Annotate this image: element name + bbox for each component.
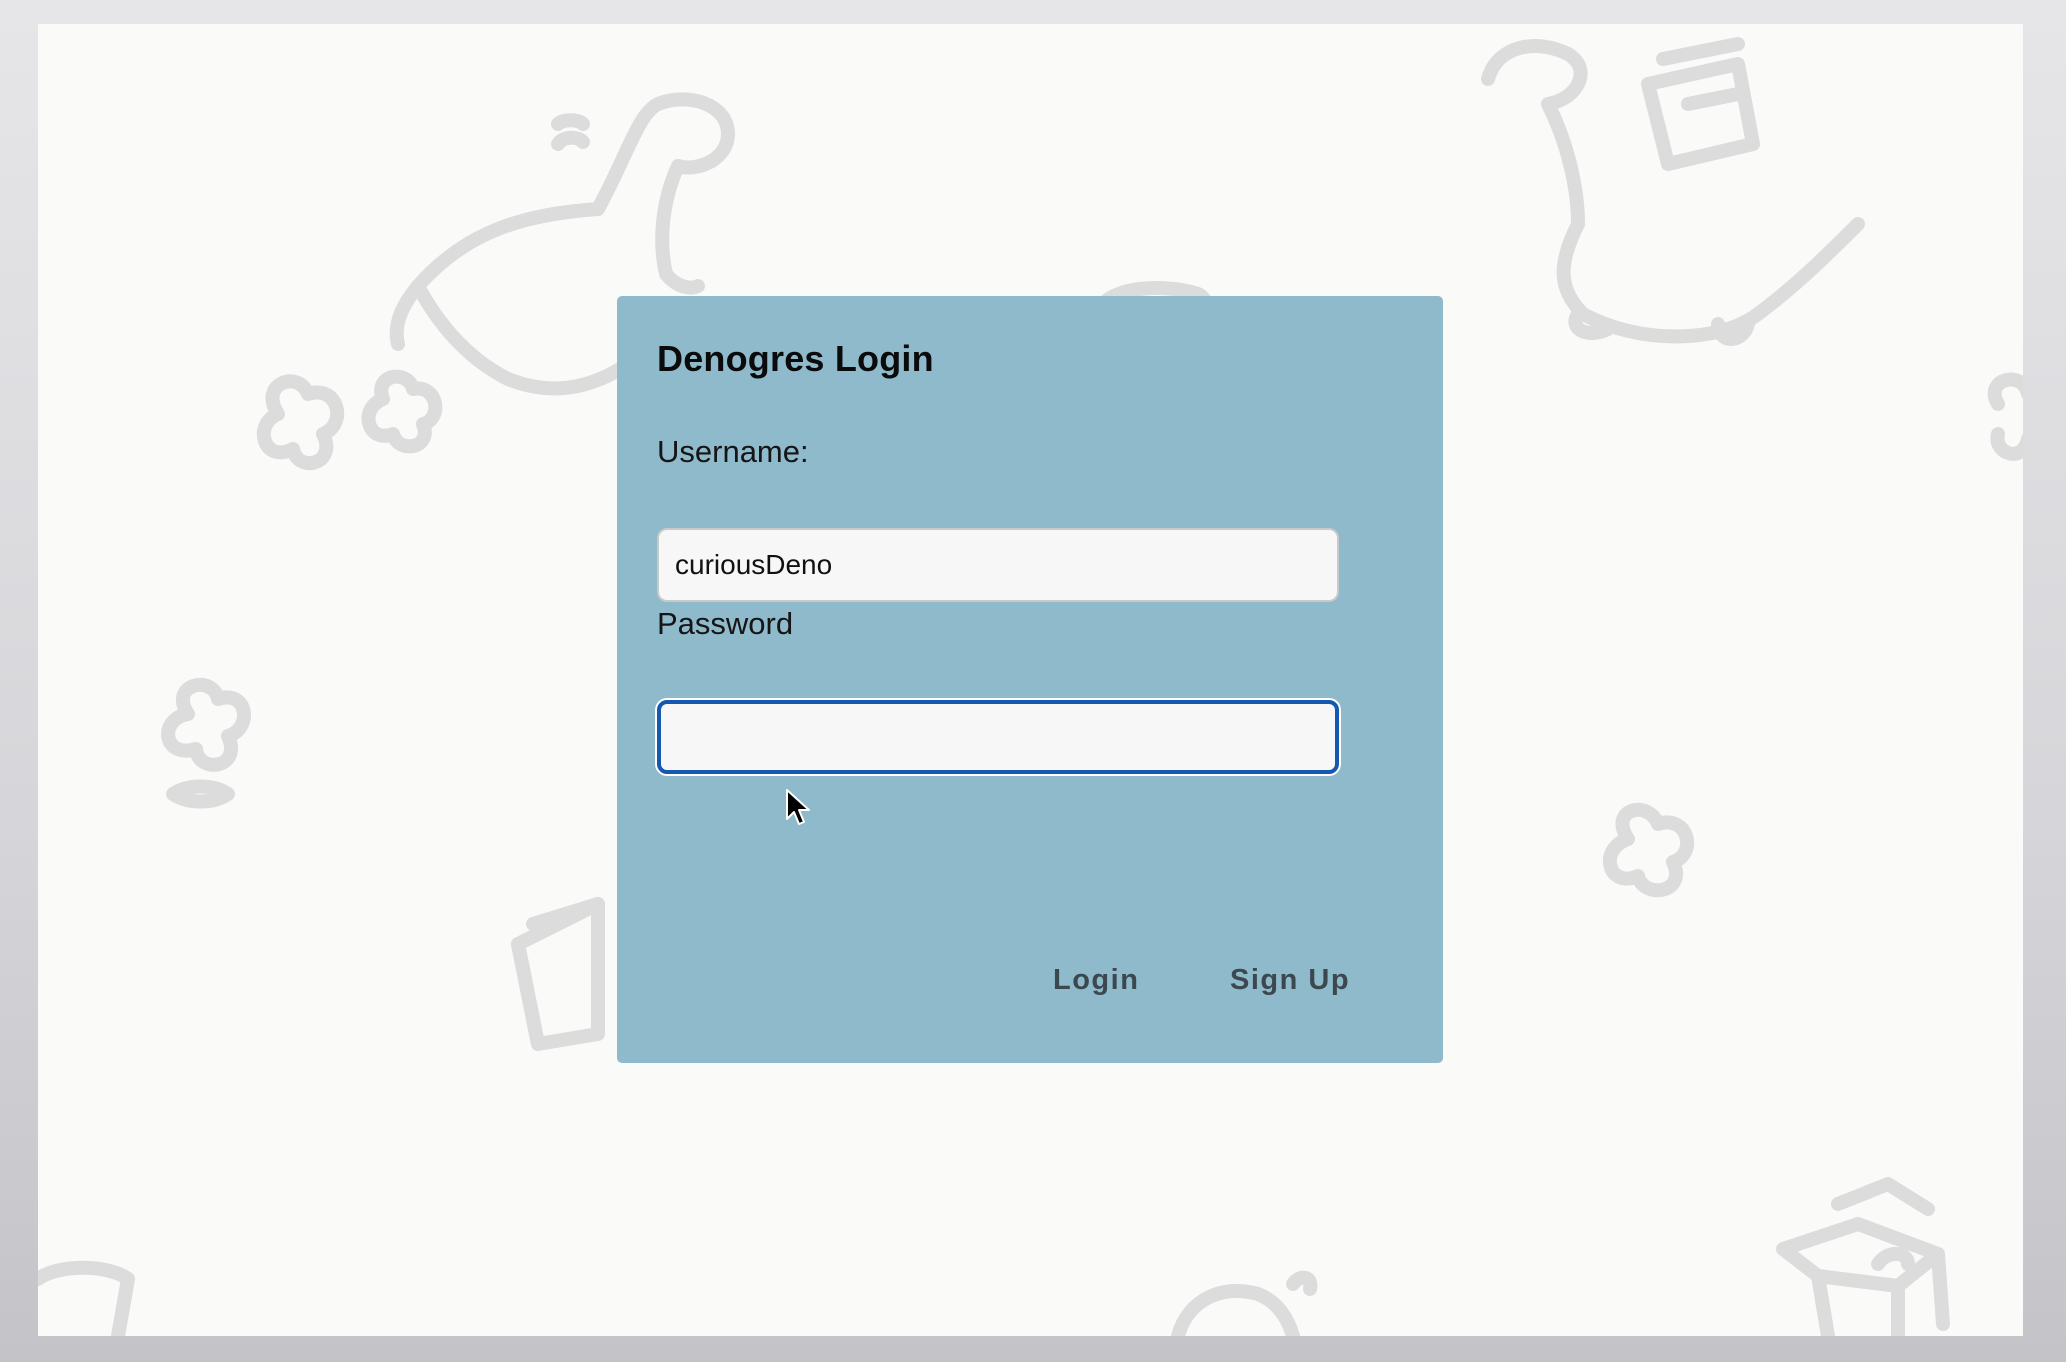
password-input[interactable] — [657, 700, 1339, 774]
login-button[interactable]: Login — [1053, 964, 1139, 997]
login-title: Denogres Login — [657, 338, 934, 379]
login-card: Denogres Login Username: Password Login … — [617, 296, 1443, 1063]
username-label: Username: — [657, 434, 809, 469]
mouse-pointer-icon — [786, 789, 810, 825]
page-viewport: Denogres Login Username: Password Login … — [38, 24, 2023, 1336]
username-input[interactable] — [657, 528, 1339, 602]
sign-up-button[interactable]: Sign Up — [1230, 964, 1350, 997]
password-label: Password — [657, 606, 794, 641]
